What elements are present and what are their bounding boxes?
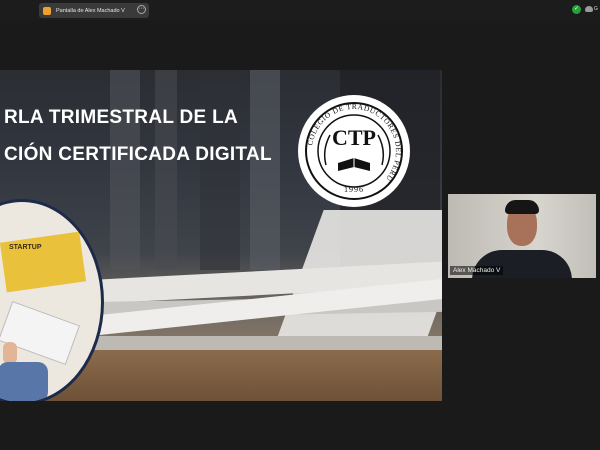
seal-year: 1996 <box>344 185 364 194</box>
background-stripe <box>250 70 280 270</box>
ctp-seal-logo: COLEGIO DE TRADUCTORES DEL PERÚ CTP 1996 <box>298 95 410 207</box>
slide-title-line-1: RLA TRIMESTRAL DE LA <box>4 107 238 128</box>
seal-monogram: CTP <box>332 125 376 150</box>
slide-title-line-2: CIÓN CERTIFICADA DIGITAL <box>4 144 272 165</box>
top-bar: Pantalla de Alex Machado V ⋯ ✓ G <box>0 0 600 20</box>
truncated-label: G <box>594 6 598 12</box>
background-stripe <box>200 70 240 270</box>
participant-name: Alex Machado V <box>450 266 504 275</box>
shared-slide: RLA TRIMESTRAL DE LA CIÓN CERTIFICADA DI… <box>0 70 442 401</box>
shield-check-icon[interactable]: ✓ <box>572 5 581 14</box>
hand-image <box>3 342 17 364</box>
more-options-icon[interactable]: ⋯ <box>137 5 146 14</box>
background-stripe <box>110 70 140 270</box>
book-label: STARTUP <box>9 244 42 251</box>
share-label: Pantalla de Alex Machado V <box>56 7 125 14</box>
paper-sheet <box>90 336 442 350</box>
participant-hair <box>505 200 539 214</box>
arm-image <box>0 362 48 401</box>
background-stripe <box>155 70 177 270</box>
zoom-share-icon <box>43 6 51 15</box>
cloud-icon[interactable] <box>585 6 593 12</box>
book-image <box>0 231 87 293</box>
screen-share-indicator[interactable]: Pantalla de Alex Machado V ⋯ <box>39 3 149 18</box>
participant-video-tile[interactable]: Alex Machado V <box>448 194 596 278</box>
